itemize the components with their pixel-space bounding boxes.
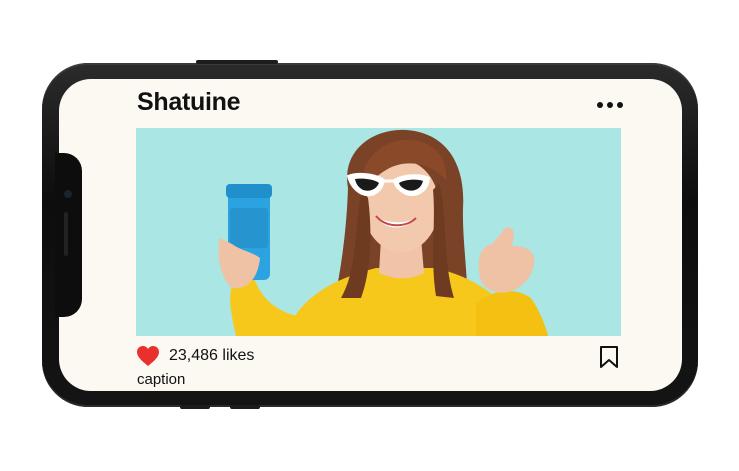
mockup-stage: Shatuine 23,486 likes caption xyxy=(0,0,739,471)
volume-button xyxy=(196,60,278,64)
bookmark-icon[interactable] xyxy=(599,346,619,368)
photo-illustration xyxy=(136,128,621,336)
post-caption: caption xyxy=(137,371,186,388)
post-username[interactable]: Shatuine xyxy=(137,88,240,117)
likes-row: 23,486 likes xyxy=(136,344,254,368)
notch xyxy=(55,153,82,317)
dot xyxy=(597,102,603,108)
earpiece-speaker xyxy=(64,212,68,256)
volume-button xyxy=(180,405,210,409)
likes-count[interactable]: 23,486 likes xyxy=(169,347,254,365)
front-camera xyxy=(64,190,72,198)
dot xyxy=(607,102,613,108)
post-photo[interactable] xyxy=(136,128,621,336)
volume-button xyxy=(230,405,260,409)
heart-icon[interactable] xyxy=(136,345,160,367)
dot xyxy=(617,102,623,108)
more-options-icon[interactable] xyxy=(597,102,623,110)
